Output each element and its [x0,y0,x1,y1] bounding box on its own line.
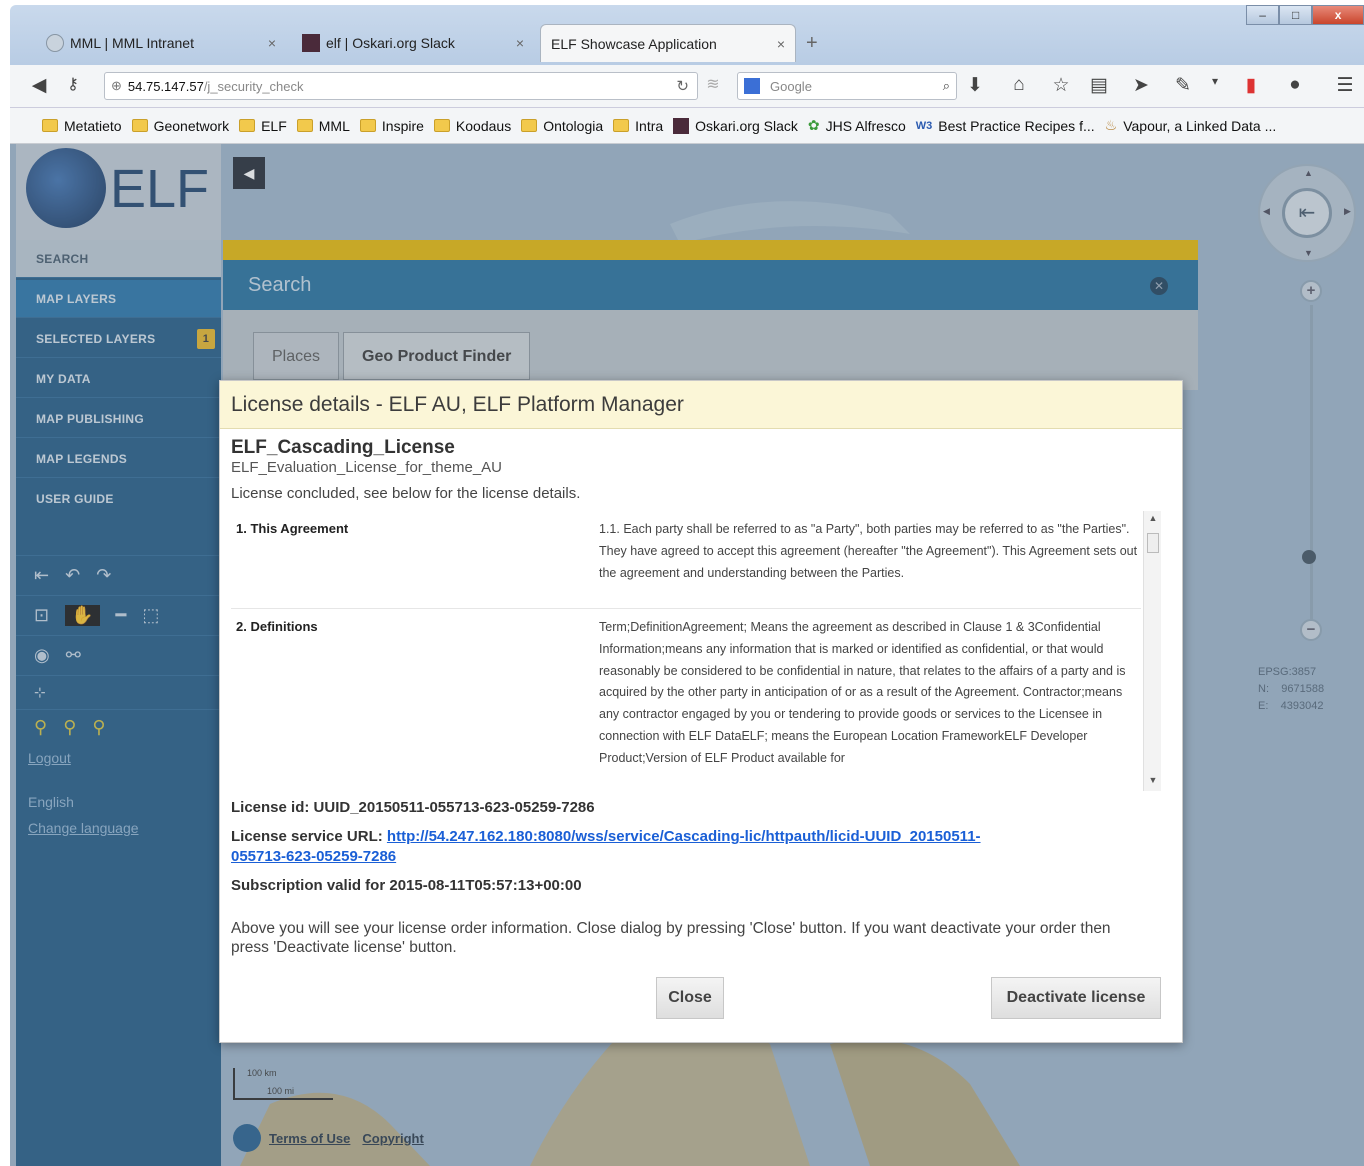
subscription-validity: Subscription valid for 2015-08-11T05:57:… [231,877,582,894]
download-icon[interactable]: ⬇ [962,74,988,97]
license-id: License id: UUID_20150511-055713-623-052… [231,799,595,816]
pocket-icon[interactable]: ✎ [1170,74,1196,97]
browser-tab-slack[interactable]: elf | Oskari.org Slack × [292,24,534,62]
reload-icon[interactable]: ↻ [676,77,689,95]
addon-icon[interactable]: ▮ [1238,74,1264,97]
bookmark-item[interactable]: MML [296,118,350,134]
url-path: /j_security_check [203,78,304,94]
scroll-thumb[interactable] [1147,533,1159,553]
key-icon[interactable]: ⚷ [60,74,86,94]
home-icon[interactable]: ⌂ [1006,74,1032,96]
url-bar[interactable]: ⊕ 54.75.147.57 /j_security_check ↻ [104,72,698,100]
tab-close-icon[interactable]: × [777,36,785,52]
folder-icon [296,119,313,132]
bookmark-item[interactable]: ♨ Vapour, a Linked Data ... [1105,117,1277,134]
slack-icon [673,117,690,134]
rss-icon[interactable]: ≋ [700,74,726,94]
close-button[interactable]: Close [656,977,724,1019]
term-value: Term;DefinitionAgreement; Means the agre… [599,620,1126,765]
google-icon [744,78,760,94]
terms-scrollbar[interactable]: ▲ ▼ [1143,511,1161,791]
term-value: 1.1. Each party shall be referred to as … [599,522,1138,580]
folder-icon [433,119,450,132]
chat-icon[interactable]: ● [1282,74,1308,96]
bookmark-star-icon[interactable]: ☆ [1048,74,1074,97]
term-key: 2. Definitions [236,619,318,634]
scroll-up-icon[interactable]: ▲ [1144,513,1161,523]
tab-label: ELF Showcase Application [551,35,717,52]
license-info-text: Above you will see your license order in… [231,920,1111,956]
maximize-button[interactable]: □ [1279,5,1313,25]
search-engine-box[interactable]: Google ⌕ [737,72,957,100]
term-key: 1. This Agreement [236,521,349,536]
vapour-icon: ♨ [1104,117,1118,133]
send-icon[interactable]: ➤ [1128,74,1154,97]
license-service-url: License service URL: http://54.247.162.1… [231,828,981,865]
tab-label: MML | MML Intranet [70,35,194,51]
menu-icon[interactable]: ☰ [1332,74,1358,97]
deactivate-license-button[interactable]: Deactivate license [991,977,1161,1019]
folder-icon [359,119,376,132]
browser-tab-mml[interactable]: MML | MML Intranet × [36,24,286,62]
clipboard-icon[interactable]: ▤ [1086,74,1112,97]
search-placeholder: Google [770,78,812,94]
folder-icon [239,119,256,132]
folder-icon [613,119,630,132]
folder-icon [42,119,58,132]
window-close-button[interactable]: x [1312,5,1364,25]
alfresco-icon: ✿ [807,117,820,133]
w3c-icon: W3 [915,119,933,132]
dialog-title: License details - ELF AU, ELF Platform M… [220,381,1182,429]
license-id-value: UUID_20150511-055713-623-05259-7286 [313,799,595,816]
tab-close-icon[interactable]: × [268,35,276,51]
chevron-down-icon[interactable]: ▾ [1202,74,1228,88]
browser-tab-elf[interactable]: ELF Showcase Application × [540,24,796,62]
bookmarks-bar: Metatieto Geonetwork ELF MML Inspire Koo… [10,108,1364,144]
bookmark-item[interactable]: Intra [613,118,663,134]
search-icon[interactable]: ⌕ [943,78,950,94]
bookmark-item[interactable]: Geonetwork [131,118,229,134]
table-row: 2. Definitions Term;DefinitionAgreement;… [231,609,1141,791]
slack-favicon-icon [302,34,320,52]
back-icon[interactable]: ◀ [26,74,52,97]
folder-icon [131,119,148,132]
intranet-favicon-icon [46,34,64,52]
license-terms-table[interactable]: 1. This Agreement 1.1. Each party shall … [231,511,1161,791]
bookmark-item[interactable]: W3 Best Practice Recipes f... [916,118,1095,134]
bookmark-item[interactable]: Ontologia [521,118,603,134]
scroll-down-icon[interactable]: ▼ [1144,775,1161,785]
minimize-button[interactable]: – [1246,5,1280,25]
bookmark-item[interactable]: ✿ JHS Alfresco [808,117,906,134]
table-row: 1. This Agreement 1.1. Each party shall … [231,511,1141,609]
url-host: 54.75.147.57 [127,78,204,94]
license-details-dialog: License details - ELF AU, ELF Platform M… [219,380,1183,1043]
window-controls: – □ x [1246,5,1364,27]
license-name: ELF_Cascading_License [231,437,455,458]
bookmark-item[interactable]: Oskari.org Slack [673,117,798,134]
license-status: License concluded, see below for the lic… [231,485,581,502]
tab-close-icon[interactable]: × [516,35,524,51]
tab-label: elf | Oskari.org Slack [326,35,455,51]
bookmark-item[interactable]: Inspire [359,118,424,134]
browser-navbar: ◀ ⚷ ⊕ 54.75.147.57 /j_security_check ↻ ≋… [10,65,1364,108]
folder-icon [521,119,538,132]
bookmark-item[interactable]: ELF [239,118,287,134]
new-tab-button[interactable]: + [806,32,818,55]
license-subtitle: ELF_Evaluation_License_for_theme_AU [231,459,503,476]
bookmark-item[interactable]: Metatieto [42,118,122,134]
globe-icon: ⊕ [111,78,122,93]
bookmark-item[interactable]: Koodaus [433,118,511,134]
